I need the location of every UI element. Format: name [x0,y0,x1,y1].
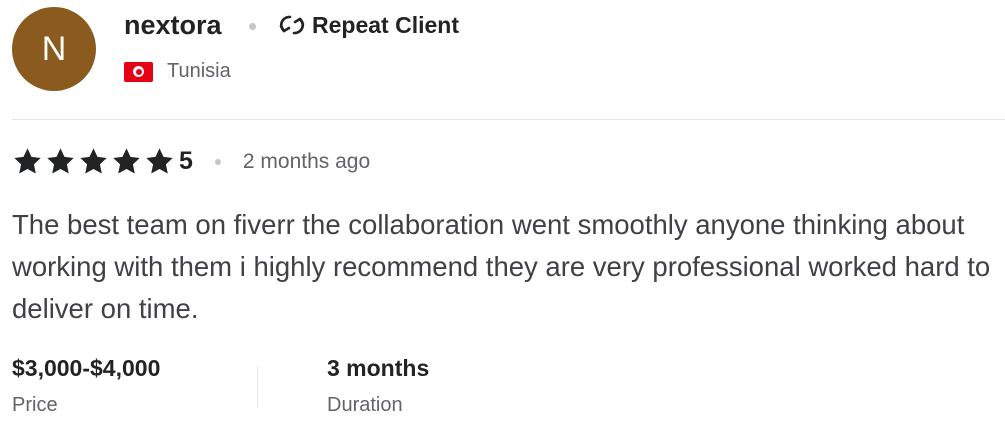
repeat-client-badge: Repeat Client [278,11,459,39]
tunisia-flag-icon [124,61,153,82]
price-label: Price [12,394,58,416]
star-icon [47,148,74,174]
avatar-initial: N [41,29,67,68]
duration-info: 3 months Duration [327,355,429,417]
avatar[interactable]: N [12,7,96,91]
reviewer-username[interactable]: nextora [124,10,222,41]
repeat-client-label: Repeat Client [312,11,459,38]
duration-label: Duration [327,394,403,416]
reviewer-country: Tunisia [124,60,231,83]
separator-dot [214,158,221,165]
meta-divider [257,366,258,408]
star-icon [14,148,41,174]
star-icon [80,148,107,174]
rating-row: 5 2 months ago [12,146,370,177]
price-value: $3,000-$4,000 [12,355,161,381]
star-icon [113,148,140,174]
repeat-icon [279,15,305,35]
duration-value: 3 months [327,355,430,381]
header-divider [12,119,1005,120]
rating-value: 5 [179,147,193,175]
star-icon [146,148,173,174]
review-time-ago: 2 months ago [242,149,371,173]
country-name: Tunisia [167,60,231,82]
separator-dot [249,23,256,30]
star-rating [12,146,175,177]
review-text: The best team on fiverr the collaboratio… [12,209,991,324]
price-info: $3,000-$4,000 Price [12,355,160,417]
